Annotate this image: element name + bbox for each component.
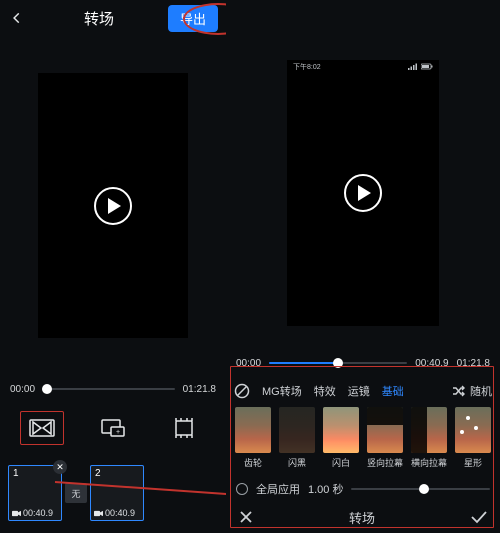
clip-duration: 00:40.9 <box>23 508 53 518</box>
duration-slider[interactable] <box>351 488 490 490</box>
battery-icon <box>421 63 433 70</box>
duration-thumb[interactable] <box>419 484 429 494</box>
tab-mg[interactable]: MG转场 <box>262 383 302 399</box>
progress-thumb[interactable] <box>333 358 343 368</box>
no-transition-icon[interactable] <box>234 383 250 399</box>
camera-icon <box>12 510 21 517</box>
tab-basic[interactable]: 基础 <box>382 383 404 399</box>
page-title: 转场 <box>84 8 114 29</box>
export-button[interactable]: 导出 <box>168 5 218 32</box>
play-icon[interactable] <box>344 174 382 212</box>
clip-duration: 00:40.9 <box>105 508 135 518</box>
clip-remove-icon[interactable]: ✕ <box>53 460 67 474</box>
shuffle-button[interactable]: 随机 <box>452 383 492 399</box>
clip-1[interactable]: ✕ 1 00:40.9 <box>8 465 62 521</box>
time-start: 00:00 <box>236 358 261 369</box>
preset-thumb <box>455 407 491 453</box>
preset-1[interactable]: 闪黑 <box>278 407 316 469</box>
category-tabs: MG转场 特效 运镜 基础 随机 <box>226 375 500 405</box>
progress-bar-left[interactable] <box>43 388 175 390</box>
preset-3[interactable]: 竖向拉幕 <box>366 407 404 469</box>
tab-camera[interactable]: 运镜 <box>348 383 370 399</box>
effects-tool-icon[interactable] <box>162 411 206 445</box>
pip-tool-icon[interactable]: + <box>91 411 135 445</box>
progress-thumb[interactable] <box>42 384 52 394</box>
check-icon <box>470 510 488 524</box>
time-end: 01:21.8 <box>457 358 490 369</box>
preset-5[interactable]: 星形 <box>454 407 492 469</box>
clip-2[interactable]: 2 00:40.9 <box>90 465 144 521</box>
svg-text:+: + <box>116 429 120 436</box>
preview-player-left[interactable] <box>38 73 188 338</box>
preset-4[interactable]: 横向拉幕 <box>410 407 448 469</box>
signal-icon <box>408 63 418 70</box>
apply-all-radio[interactable] <box>236 483 248 495</box>
play-icon[interactable] <box>94 187 132 225</box>
confirm-button[interactable] <box>470 510 488 524</box>
preset-0[interactable]: 齿轮 <box>234 407 272 469</box>
preset-label: 闪白 <box>332 456 350 469</box>
status-time: 下午8:02 <box>293 62 321 72</box>
camera-icon <box>94 510 103 517</box>
preset-label: 星形 <box>464 456 482 469</box>
progress-bar-right[interactable] <box>269 362 407 364</box>
preset-thumb <box>235 407 271 453</box>
transition-tool-icon[interactable] <box>20 411 64 445</box>
shuffle-icon <box>452 385 466 397</box>
close-icon <box>238 509 254 525</box>
back-icon[interactable] <box>8 9 26 27</box>
time-end: 01:21.8 <box>183 384 216 395</box>
preset-2[interactable]: 闪白 <box>322 407 360 469</box>
time-start: 00:00 <box>10 384 35 395</box>
preset-label: 齿轮 <box>244 456 262 469</box>
clip-index: 2 <box>91 466 143 481</box>
tool-row: + <box>0 403 226 453</box>
preset-thumb <box>411 407 447 453</box>
preset-thumb <box>367 407 403 453</box>
shuffle-label: 随机 <box>470 383 492 399</box>
cancel-button[interactable] <box>238 509 254 525</box>
panel-title: 转场 <box>349 508 375 527</box>
preset-label: 闪黑 <box>288 456 306 469</box>
tab-fx[interactable]: 特效 <box>314 383 336 399</box>
preset-label: 横向拉幕 <box>411 456 447 469</box>
duration-value: 1.00 秒 <box>308 481 343 497</box>
timeline-clips: ✕ 1 00:40.9 无 2 00:40.9 <box>0 453 226 533</box>
preset-thumb <box>279 407 315 453</box>
preset-strip[interactable]: 齿轮 闪黑 闪白 竖向拉幕横向拉幕 星形 <box>226 405 500 477</box>
phone-status-bar: 下午8:02 <box>287 60 439 74</box>
apply-all-label: 全局应用 <box>256 481 300 497</box>
preview-player-right[interactable]: 下午8:02 <box>287 60 439 326</box>
preset-label: 竖向拉幕 <box>367 456 403 469</box>
time-cur: 00:40.9 <box>415 358 448 369</box>
transition-chip[interactable]: 无 <box>65 483 87 503</box>
preset-thumb <box>323 407 359 453</box>
